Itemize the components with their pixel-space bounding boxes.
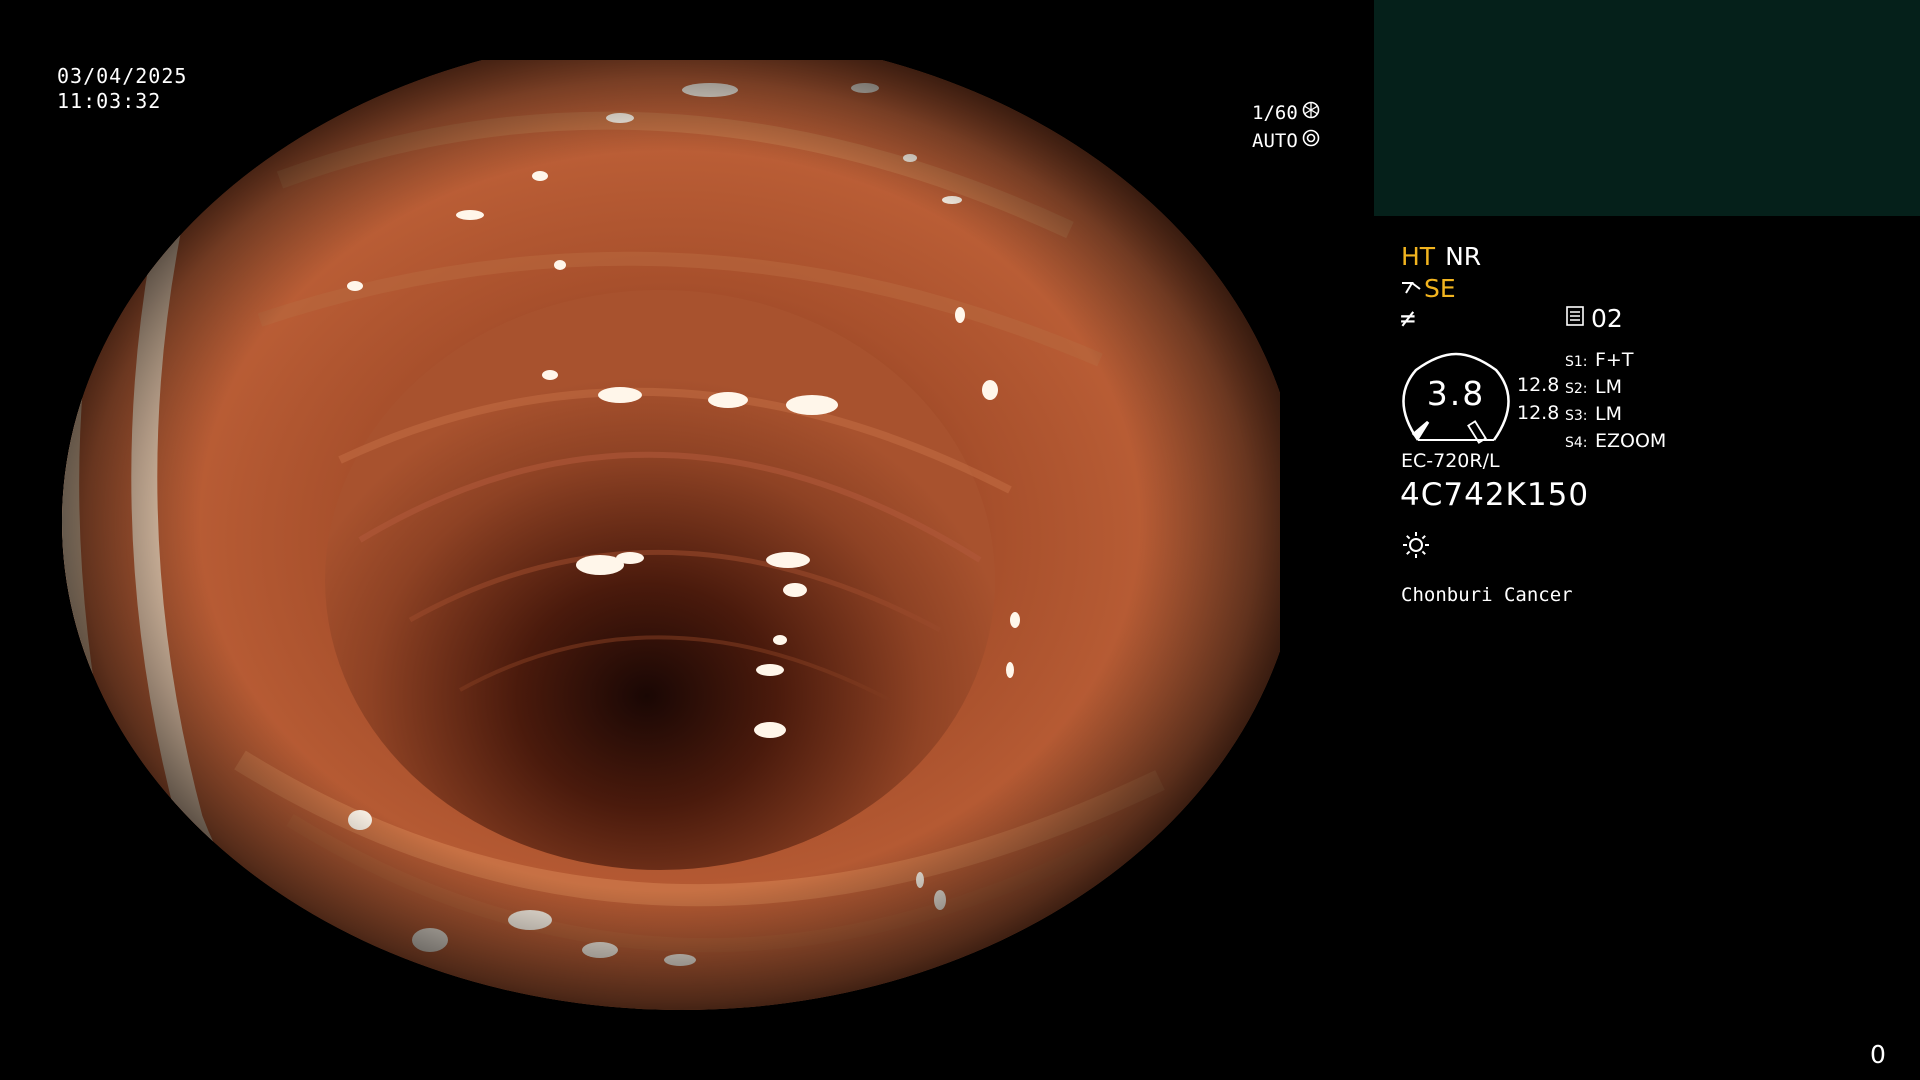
exposure-overlay: 1/60 AUTO [1252,99,1320,155]
pip-window [1374,0,1920,216]
structure-enhance-row: SE [1400,274,1456,303]
switch-assignments: S1: F+T S2: LM S3: LM S4: EZOOM [1565,348,1666,456]
scope-serial: 4C742K150 [1400,477,1590,513]
switch-value: LM [1595,376,1622,398]
switch-value: F+T [1595,349,1634,371]
switch-key: S3: [1565,408,1588,424]
switch-key: S1: [1565,354,1588,370]
iris-icon [1300,127,1320,155]
scope-model: EC-720R/L [1401,450,1500,472]
switch-row: S1: F+T [1565,348,1666,375]
switch-row: S4: EZOOM [1565,429,1666,456]
mode-indicators: HT NR [1401,242,1491,271]
memory-icon [1565,304,1585,333]
mode-ht: HT [1401,242,1436,271]
gauge-side-values: 12.8 12.8 [1517,371,1559,427]
switch-value: LM [1595,403,1622,425]
shutter-icon [1300,99,1320,127]
memory-number: 02 [1591,304,1623,333]
date-text: 03/04/2025 [57,64,188,88]
image-counter: 0 [1870,1040,1886,1069]
filter-symbol: ≠ [1400,304,1416,334]
gauge-side-top: 12.8 [1517,374,1560,396]
enhance-icon [1400,274,1422,303]
switch-value: EZOOM [1595,430,1667,452]
mode-nr: NR [1445,242,1482,271]
endoscopy-monitor: 03/04/2025 11:03:32 1/60 AUTO HT NR SE ≠… [0,0,1920,1080]
institution-name: Chonburi Cancer [1401,584,1573,606]
switch-row: S3: LM [1565,402,1666,429]
switch-key: S2: [1565,381,1588,397]
enhancement-gauge: 3.8 [1398,350,1514,450]
switch-key: S4: [1565,435,1588,451]
iris-mode-text: AUTO [1252,130,1298,152]
shutter-speed-text: 1/60 [1252,102,1298,124]
datetime-overlay: 03/04/2025 11:03:32 [57,64,187,114]
switch-row: S2: LM [1565,375,1666,402]
endoscopic-image [60,60,1280,1020]
memory-indicator: 02 [1565,304,1623,333]
time-text: 11:03:32 [57,89,162,113]
gauge-value: 3.8 [1426,374,1486,413]
mode-se: SE [1424,274,1456,303]
light-source-icon [1402,531,1430,563]
gauge-side-bottom: 12.8 [1517,402,1560,424]
